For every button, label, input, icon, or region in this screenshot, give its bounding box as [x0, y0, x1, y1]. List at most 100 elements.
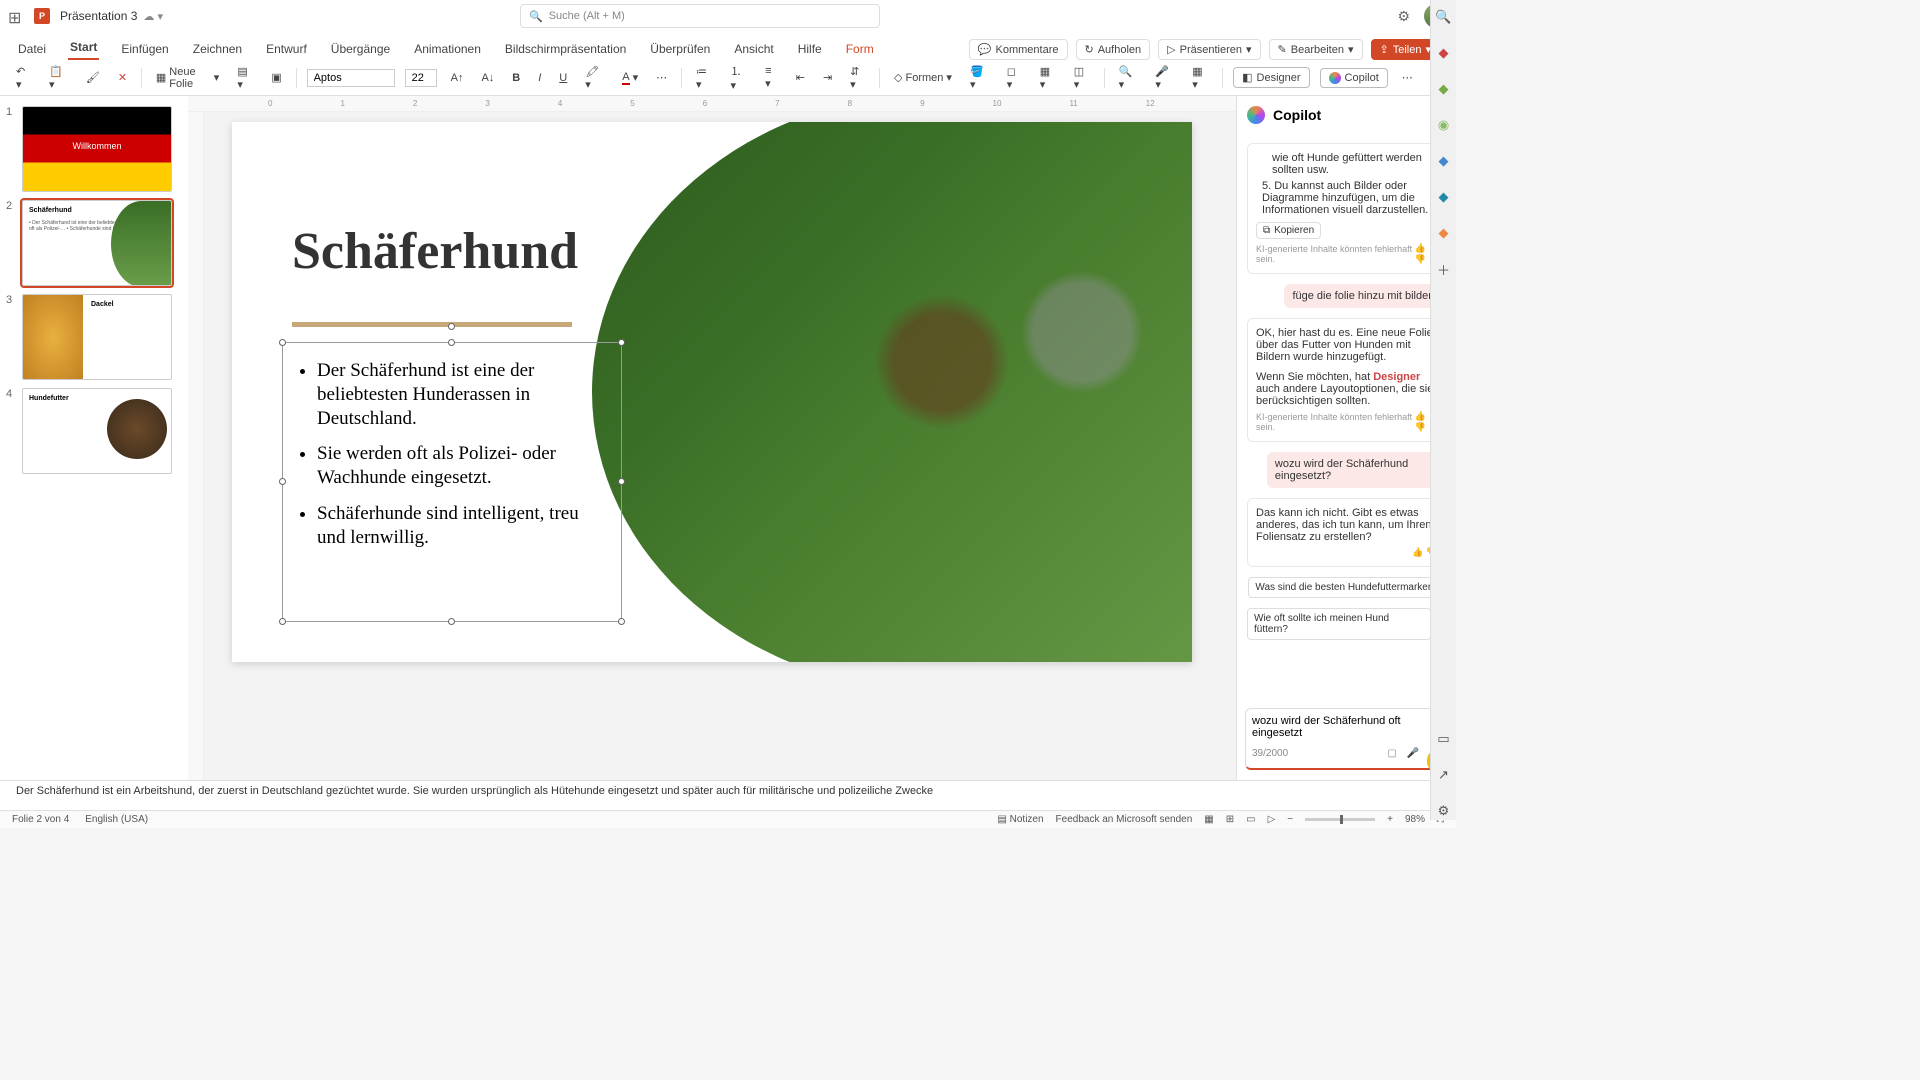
- zoom-out[interactable]: −: [1287, 814, 1293, 825]
- bullet-1[interactable]: Der Schäferhund ist eine der beliebteste…: [317, 359, 611, 430]
- zoom-level[interactable]: 98%: [1405, 814, 1425, 825]
- rail-add-icon[interactable]: ＋: [1435, 260, 1453, 278]
- view-sorter-icon[interactable]: ⊞: [1226, 814, 1234, 825]
- undo-button[interactable]: ↶ ▾: [12, 63, 35, 93]
- thumb-2[interactable]: Schäferhund • Der Schäferhund ist eine d…: [22, 200, 172, 286]
- tab-ueberpruefen[interactable]: Überprüfen: [648, 38, 712, 60]
- tab-ansicht[interactable]: Ansicht: [732, 38, 775, 60]
- tab-zeichnen[interactable]: Zeichnen: [191, 38, 244, 60]
- font-color-button[interactable]: A ▾: [618, 69, 642, 87]
- cloud-icon[interactable]: ☁ ▾: [143, 10, 163, 23]
- outline-button[interactable]: ◻ ▾: [1003, 63, 1026, 93]
- tab-animationen[interactable]: Animationen: [412, 38, 483, 60]
- tab-bildschirm[interactable]: Bildschirmpräsentation: [503, 38, 628, 60]
- fill-button[interactable]: 🪣 ▾: [966, 63, 993, 93]
- indent-dec[interactable]: ⇤: [792, 69, 809, 86]
- find-button[interactable]: 🔍 ▾: [1115, 63, 1142, 93]
- content-textbox[interactable]: Der Schäferhund ist eine der beliebteste…: [282, 342, 622, 622]
- more-font[interactable]: ⋯: [652, 69, 671, 86]
- bold-button[interactable]: B: [508, 70, 524, 86]
- layout-button[interactable]: ▤ ▾: [233, 63, 257, 93]
- present-button[interactable]: ▷ Präsentieren ▾: [1158, 39, 1260, 60]
- rail-settings-icon[interactable]: ⚙: [1435, 802, 1453, 820]
- tab-hilfe[interactable]: Hilfe: [796, 38, 824, 60]
- settings-icon[interactable]: ⚙: [1397, 8, 1410, 25]
- slide-counter[interactable]: Folie 2 von 4: [12, 814, 69, 825]
- overflow-button[interactable]: ⋯: [1398, 69, 1417, 86]
- arrange-button[interactable]: ▦ ▾: [1036, 63, 1060, 93]
- align-button[interactable]: ≡ ▾: [761, 63, 782, 92]
- copy-button[interactable]: ⧉ Kopieren: [1256, 222, 1321, 239]
- grid-button[interactable]: ▦ ▾: [1188, 63, 1212, 93]
- feedback-link[interactable]: Feedback an Microsoft senden: [1056, 814, 1193, 825]
- thumbs-up-icon[interactable]: 👍: [1415, 411, 1426, 421]
- tab-form[interactable]: Form: [844, 38, 876, 60]
- numbering-button[interactable]: ⒈ ▾: [727, 61, 752, 94]
- bullet-3[interactable]: Schäferhunde sind intelligent, treu und …: [317, 502, 611, 550]
- rail-icon-2[interactable]: ◆: [1435, 80, 1453, 98]
- rail-icon-8[interactable]: ↗: [1435, 766, 1453, 784]
- thumb-4[interactable]: Hundefutter: [22, 388, 172, 474]
- comments-button[interactable]: 💬 Kommentare: [969, 39, 1068, 60]
- shapes-button[interactable]: ◇ Formen ▾: [890, 69, 956, 86]
- font-select[interactable]: [307, 69, 395, 87]
- language[interactable]: English (USA): [85, 814, 148, 825]
- slide-image[interactable]: [592, 122, 1192, 662]
- waffle-icon[interactable]: ⊞: [8, 8, 24, 24]
- suggestion-chip[interactable]: Wie oft sollte ich meinen Hund füttern?: [1247, 608, 1431, 640]
- tab-start[interactable]: Start: [68, 36, 99, 60]
- zoom-in[interactable]: +: [1387, 814, 1393, 825]
- slide-canvas[interactable]: Schäferhund Der Schäferhund ist eine der…: [232, 122, 1192, 662]
- thumbs-up-icon[interactable]: 👍: [1412, 547, 1423, 557]
- tab-entwurf[interactable]: Entwurf: [264, 38, 309, 60]
- thumbs-down-icon[interactable]: 👎: [1415, 254, 1426, 264]
- bullet-2[interactable]: Sie werden oft als Polizei- oder Wachhun…: [317, 442, 611, 490]
- size-select[interactable]: [405, 69, 437, 87]
- thumb-3[interactable]: Dackel: [22, 294, 172, 380]
- tab-datei[interactable]: Datei: [16, 38, 48, 60]
- designer-link[interactable]: Designer: [1373, 371, 1420, 383]
- rail-icon-5[interactable]: ◆: [1435, 188, 1453, 206]
- attach-icon[interactable]: ▢: [1387, 748, 1396, 759]
- indent-inc[interactable]: ⇥: [819, 69, 836, 86]
- search-rail-icon[interactable]: 🔍: [1435, 8, 1453, 26]
- rail-icon-6[interactable]: ◆: [1435, 224, 1453, 242]
- rail-icon-1[interactable]: ◆: [1435, 44, 1453, 62]
- copilot-input[interactable]: wozu wird der Schäferhund oft eingesetzt…: [1245, 708, 1448, 770]
- copilot-button[interactable]: Copilot: [1320, 68, 1388, 88]
- format-painter[interactable]: 🖌: [82, 69, 104, 86]
- doc-title[interactable]: Präsentation 3: [60, 9, 137, 23]
- highlight-button[interactable]: 🖍 ▾: [581, 63, 608, 93]
- mic-icon[interactable]: 🎤: [1407, 748, 1419, 759]
- rail-icon-7[interactable]: ▭: [1435, 730, 1453, 748]
- speaker-notes[interactable]: Der Schäferhund ist ein Arbeitshund, der…: [0, 780, 1456, 810]
- rail-icon-3[interactable]: ◉: [1435, 116, 1453, 134]
- quick-styles[interactable]: ◫ ▾: [1070, 63, 1094, 93]
- shrink-font[interactable]: A↓: [477, 70, 498, 86]
- italic-button[interactable]: I: [534, 70, 545, 86]
- bullets-button[interactable]: ≔ ▾: [692, 63, 717, 93]
- tab-einfuegen[interactable]: Einfügen: [119, 38, 170, 60]
- thumb-1[interactable]: Willkommen: [22, 106, 172, 192]
- thumbs-down-icon[interactable]: 👎: [1415, 422, 1426, 432]
- view-reading-icon[interactable]: ▭: [1246, 814, 1255, 825]
- view-slideshow-icon[interactable]: ▷: [1268, 814, 1276, 825]
- catchup-button[interactable]: ↻ Aufholen: [1076, 39, 1151, 60]
- thumbs-up-icon[interactable]: 👍: [1415, 243, 1426, 253]
- suggestion-chip[interactable]: Was sind die besten Hundefuttermarken?: [1248, 577, 1446, 598]
- line-spacing[interactable]: ⇵ ▾: [846, 63, 869, 93]
- search-box[interactable]: 🔍 Suche (Alt + M): [520, 4, 880, 28]
- underline-button[interactable]: U: [555, 70, 571, 86]
- view-normal-icon[interactable]: ▦: [1204, 814, 1213, 825]
- designer-button[interactable]: ◧ Designer: [1233, 67, 1309, 88]
- slide-title[interactable]: Schäferhund: [292, 222, 578, 281]
- zoom-slider[interactable]: [1305, 818, 1375, 821]
- delete-button[interactable]: ✕: [114, 69, 131, 86]
- new-slide-button[interactable]: ▦ Neue Folie ▾: [152, 64, 223, 92]
- grow-font[interactable]: A↑: [447, 70, 468, 86]
- edit-button[interactable]: ✎ Bearbeiten ▾: [1269, 39, 1363, 60]
- rail-icon-4[interactable]: ◆: [1435, 152, 1453, 170]
- reset-button[interactable]: ▣: [267, 69, 285, 86]
- notes-toggle[interactable]: ▤ Notizen: [997, 814, 1043, 825]
- dictate-button[interactable]: 🎤 ▾: [1151, 63, 1178, 93]
